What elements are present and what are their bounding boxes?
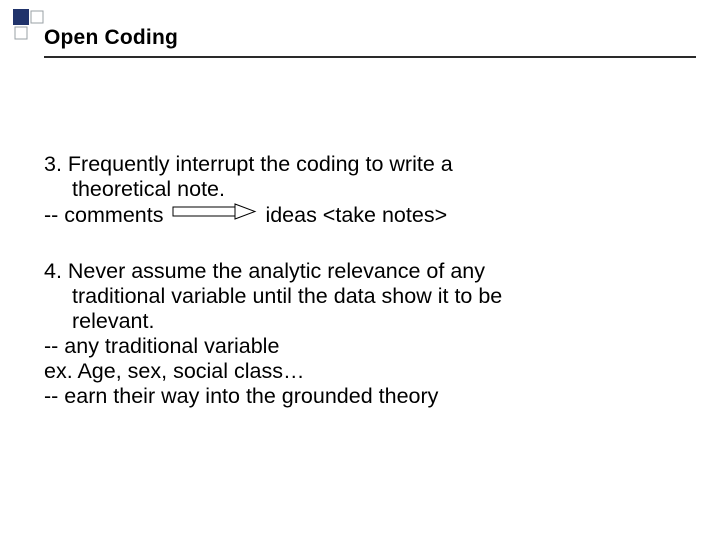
squares-icon <box>12 8 48 44</box>
bullet-3-line2: theoretical note. <box>44 177 680 202</box>
bullet-4: 4. Never assume the analytic relevance o… <box>44 259 680 409</box>
comments-suffix: ideas <take notes> <box>265 203 447 227</box>
corner-decoration <box>12 8 48 44</box>
slide: Open Coding 3. Frequently interrupt the … <box>0 0 720 540</box>
bullet-3: 3. Frequently interrupt the coding to wr… <box>44 152 680 231</box>
bullet-4-line2: traditional variable until the data show… <box>44 284 680 309</box>
slide-body: 3. Frequently interrupt the coding to wr… <box>44 152 680 436</box>
arrow-icon <box>171 202 257 227</box>
bullet-4-sub2: ex. Age, sex, social class… <box>44 359 680 384</box>
comments-prefix: -- comments <box>44 203 163 227</box>
bullet-4-sub3: -- earn their way into the grounded theo… <box>44 384 680 409</box>
bullet-4-sub1: -- any traditional variable <box>44 334 680 359</box>
bullet-3-line1: 3. Frequently interrupt the coding to wr… <box>44 152 680 177</box>
bullet-4-line3: relevant. <box>44 309 680 334</box>
bullet-3-comments-row: -- comments ideas <take notes> <box>44 202 680 231</box>
bullet-4-line1: 4. Never assume the analytic relevance o… <box>44 259 680 284</box>
title-underline <box>44 56 696 58</box>
slide-title: Open Coding <box>44 26 696 50</box>
title-bar: Open Coding <box>44 26 696 58</box>
